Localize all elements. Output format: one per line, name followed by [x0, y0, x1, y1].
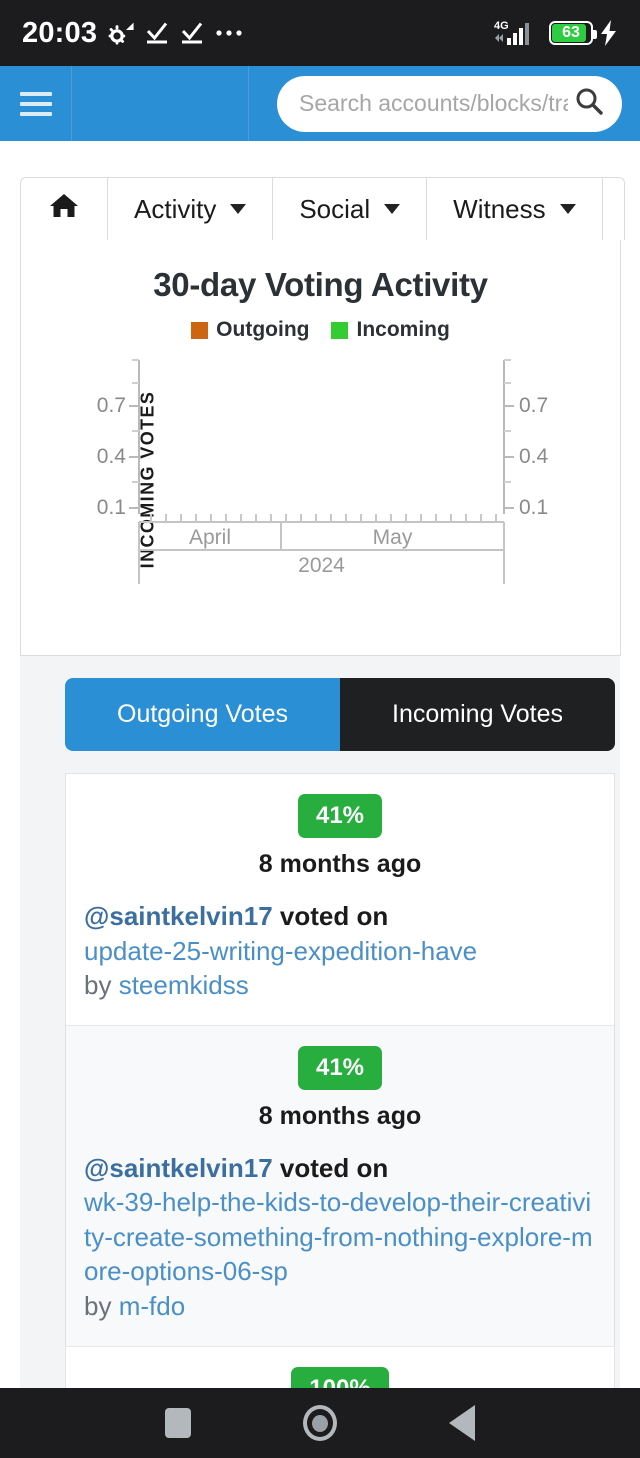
- vote-direction-toggle: Outgoing Votes Incoming Votes: [65, 678, 615, 751]
- y2-tick-0: 0.7: [519, 394, 549, 417]
- chart-legend: Outgoing Incoming: [21, 318, 620, 342]
- y2-tick-2: 0.1: [519, 496, 549, 519]
- status-bar-left: 20:03: [22, 17, 245, 50]
- charging-bolt-icon: [600, 20, 618, 46]
- y-tick-2: 0.1: [96, 496, 126, 519]
- post-permlink-link[interactable]: wk-39-help-the-kids-to-develop-their-cre…: [84, 1185, 596, 1289]
- legend-item-incoming: Incoming: [331, 318, 450, 342]
- toggle-incoming-votes[interactable]: Incoming Votes: [340, 678, 615, 751]
- chevron-down-icon: [230, 204, 247, 214]
- svg-text:4G: 4G: [494, 20, 509, 32]
- legend-swatch-outgoing: [191, 321, 209, 339]
- home-icon: [49, 192, 79, 226]
- menu-button[interactable]: [0, 66, 72, 141]
- vote-percent-badge: 41%: [297, 794, 383, 838]
- legend-swatch-incoming: [331, 321, 349, 339]
- hamburger-icon: [19, 91, 52, 116]
- x-tick-may: May: [372, 526, 413, 549]
- by-prefix: by: [84, 970, 112, 1001]
- home-circle-icon[interactable]: [303, 1405, 337, 1441]
- header-spacer: [72, 66, 249, 141]
- app-header: [0, 66, 640, 141]
- search-area: [249, 66, 640, 141]
- post-author-line: by m-fdo: [84, 1291, 185, 1321]
- vote-list-area: 41% 8 months ago @saintkelvin17 voted on…: [20, 751, 620, 1388]
- y2-tick-1: 0.4: [519, 445, 549, 468]
- y-tick-0: 0.7: [96, 394, 126, 417]
- post-author-link[interactable]: m-fdo: [119, 1291, 185, 1321]
- voter-link[interactable]: @saintkelvin17: [84, 1153, 273, 1183]
- vote-list-item[interactable]: 41% 8 months ago @saintkelvin17 voted on…: [66, 774, 614, 1026]
- vote-percent-row: 41%: [84, 794, 596, 838]
- tab-activity[interactable]: Activity: [108, 178, 274, 240]
- toggle-outgoing-votes[interactable]: Outgoing Votes: [65, 678, 340, 751]
- vote-percent-row: 41%: [84, 1045, 596, 1090]
- search-box[interactable]: [277, 75, 622, 132]
- battery-icon: 63: [549, 21, 597, 45]
- vote-action-text: voted on: [279, 1152, 389, 1183]
- vote-list: 41% 8 months ago @saintkelvin17 voted on…: [65, 773, 615, 1388]
- vote-list-item[interactable]: 41% 8 months ago @saintkelvin17 voted on…: [66, 1025, 614, 1347]
- vote-percent-badge: 41%: [297, 1045, 383, 1090]
- legend-label-outgoing: Outgoing: [216, 318, 310, 341]
- tab-witness[interactable]: Witness: [427, 178, 603, 240]
- post-permlink-link[interactable]: update-25-writing-expedition-have: [84, 934, 596, 969]
- x-tick-april: April: [188, 526, 231, 549]
- status-bar: 20:03 4G 63: [0, 0, 640, 66]
- post-author-line: by steemkidss: [84, 970, 249, 1000]
- chevron-down-icon: [384, 204, 401, 214]
- page-content: Activity Social Witness Data 30-day Voti…: [0, 141, 640, 1388]
- search-icon[interactable]: [574, 86, 604, 121]
- tab-witness-label: Witness: [453, 193, 546, 224]
- tab-home[interactable]: [21, 178, 108, 240]
- vote-description: @saintkelvin17 voted on update-25-writin…: [84, 899, 596, 1003]
- vote-description: @saintkelvin17 voted on wk-39-help-the-k…: [84, 1151, 596, 1324]
- y-tick-1: 0.4: [96, 445, 126, 468]
- more-icon: [215, 28, 245, 38]
- legend-item-outgoing: Outgoing: [191, 318, 309, 342]
- status-bar-right: 4G 63: [494, 18, 618, 48]
- android-nav-bar: [0, 1388, 640, 1458]
- vote-percent-row: 100%: [84, 1366, 596, 1388]
- x-axis-year: 2024: [298, 554, 345, 577]
- tab-data[interactable]: Data: [603, 178, 624, 240]
- vote-timestamp: 8 months ago: [258, 850, 422, 878]
- chart-title: 30-day Voting Activity: [153, 266, 488, 303]
- vote-timestamp: 8 months ago: [258, 1101, 422, 1130]
- nav-tabs: Activity Social Witness Data: [20, 177, 625, 240]
- tab-social-label: Social: [299, 193, 371, 224]
- download-complete-icon: [145, 21, 169, 45]
- tab-social[interactable]: Social: [273, 178, 428, 240]
- status-time: 20:03: [22, 16, 98, 49]
- recents-square-icon[interactable]: [165, 1408, 191, 1438]
- download-complete-icon: [180, 21, 204, 45]
- chart-plot-area: INCOMING VOTES OUTGOING VOTES: [21, 354, 620, 614]
- vote-percent-badge: 100%: [291, 1366, 389, 1388]
- tab-activity-label: Activity: [134, 193, 217, 224]
- vote-action-text: voted on: [279, 901, 389, 931]
- chevron-down-icon: [559, 204, 576, 214]
- by-prefix: by: [84, 1291, 112, 1322]
- wifi-settings-icon: [108, 21, 134, 45]
- back-triangle-icon[interactable]: [449, 1405, 475, 1441]
- battery-percent: 63: [562, 24, 580, 41]
- vote-list-item[interactable]: 100% 8 months ago: [66, 1347, 614, 1388]
- voting-activity-chart-card: 30-day Voting Activity Outgoing Incoming…: [20, 240, 621, 656]
- legend-label-incoming: Incoming: [356, 318, 450, 341]
- vote-direction-toggle-area: Outgoing Votes Incoming Votes: [20, 656, 620, 751]
- search-input[interactable]: [299, 90, 568, 117]
- phone-screen: 20:03 4G 63 Search accounts/blocks/trans…: [0, 0, 640, 1458]
- signal-icon: 4G: [494, 18, 542, 48]
- post-author-link[interactable]: steemkidss: [119, 970, 249, 1000]
- voter-link[interactable]: @saintkelvin17: [84, 901, 273, 931]
- page-body: Activity Social Witness Data 30-day Voti…: [0, 141, 640, 1388]
